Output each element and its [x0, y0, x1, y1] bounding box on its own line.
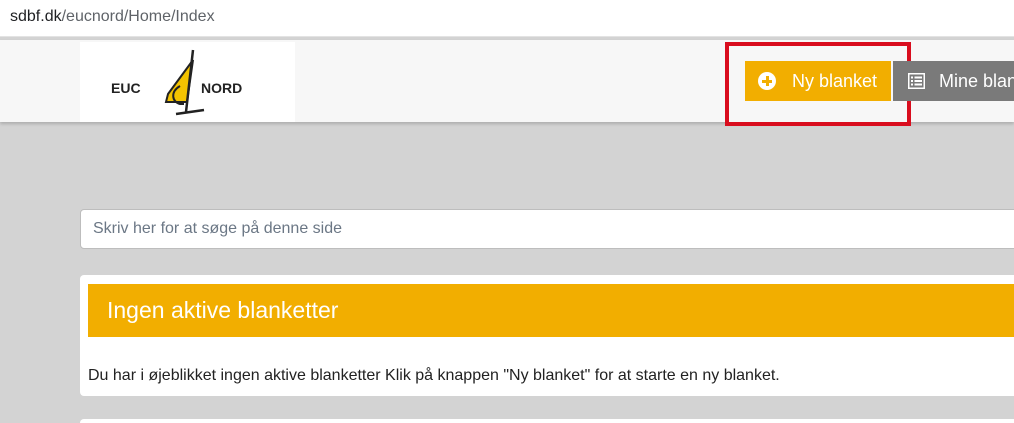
browser-address-bar[interactable]: sdbf.dk/eucnord/Home/Index	[0, 0, 1014, 37]
next-card-edge	[80, 419, 1014, 423]
logo-graphic: EUC NORD	[111, 49, 242, 116]
no-active-forms-card: Ingen aktive blanketter Du har i øjeblik…	[80, 275, 1014, 396]
url-text[interactable]: sdbf.dk/eucnord/Home/Index	[10, 8, 215, 26]
my-forms-button[interactable]: Mine blanketter	[893, 61, 1014, 101]
plus-circle-icon	[758, 72, 776, 90]
my-forms-button-label: Mine blanketter	[939, 70, 1014, 91]
new-form-button-label: Ny blanket	[792, 70, 878, 91]
card-message: Du har i øjeblikket ingen aktive blanket…	[88, 367, 780, 384]
url-host: sdbf.dk	[10, 8, 62, 25]
url-path: /eucnord/Home/Index	[61, 8, 215, 25]
card-title: Ingen aktive blanketter	[88, 284, 1014, 337]
new-form-button[interactable]: Ny blanket	[745, 61, 891, 101]
logo-text-left: EUC	[111, 80, 141, 96]
euc-nord-logo[interactable]: EUC NORD	[80, 42, 295, 122]
logo-text-right: NORD	[201, 80, 242, 96]
page-search-input[interactable]	[80, 209, 1014, 249]
list-icon	[908, 73, 925, 89]
